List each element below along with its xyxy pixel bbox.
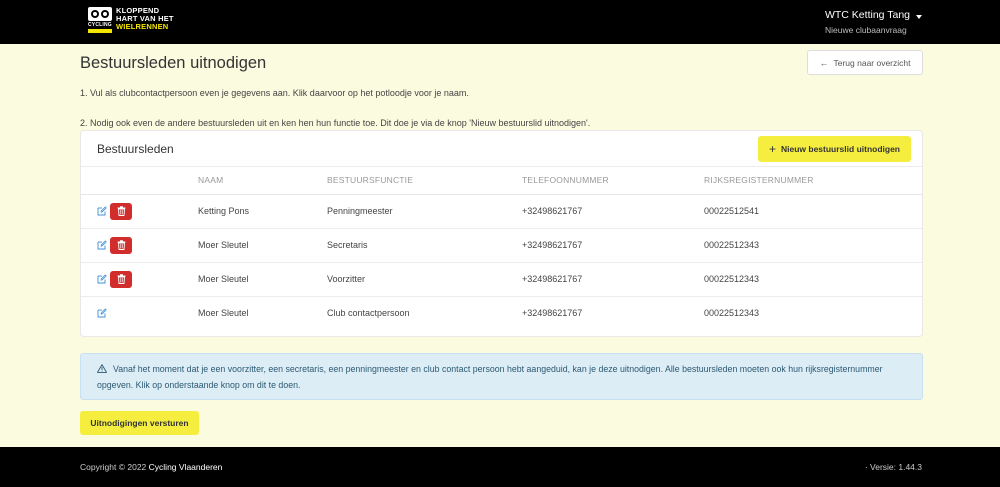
delete-button[interactable]: [110, 202, 132, 220]
cell-rijksregisternummer: 00022512343: [704, 308, 760, 319]
column-header-telefoonnummer: TELEFOONNUMMER: [522, 167, 704, 195]
column-actions: [81, 167, 198, 195]
plus-icon: +: [768, 141, 776, 156]
table-row: Moer Sleutel Secretaris +32498621767 000225…: [81, 228, 922, 263]
cycling-vlaanderen-logo[interactable]: CYCLING KLOPPEND HART VAN HET WIELRENNEN: [88, 7, 174, 37]
footer-brand-link[interactable]: Cycling Vlaanderen: [149, 462, 223, 472]
cell-rijksregisternummer: 00022512343: [704, 262, 922, 297]
cell-telefoonnummer: +32498621767: [522, 194, 704, 229]
card-title: Bestuursleden: [97, 141, 174, 156]
trash-icon: [117, 274, 126, 284]
cell-bestuursfunctie: Club contactpersoon: [327, 308, 410, 319]
info-alert: Vanaf het moment dat je een voorzitter, …: [80, 353, 923, 400]
delete-button[interactable]: [110, 236, 132, 254]
delete-button[interactable]: [110, 270, 132, 288]
cell-bestuursfunctie: Penningmeester: [327, 194, 522, 229]
send-invitations-button[interactable]: Uitnodigingen versturen: [80, 411, 199, 435]
cell-naam: Moer Sleutel: [198, 308, 249, 319]
edit-pencil-icon[interactable]: [97, 240, 107, 250]
cell-rijksregisternummer: 00022512343: [704, 228, 922, 263]
version-label: · Versie: 1.44.3: [864, 462, 922, 472]
cell-naam: Ketting Pons: [198, 194, 327, 229]
back-to-overview-button[interactable]: ← Terug naar overzicht: [807, 50, 923, 75]
cell-telefoonnummer: +32498621767: [522, 262, 704, 297]
alert-text: Vanaf het moment dat je een voorzitter, …: [97, 364, 883, 390]
instruction-step-1: 1. Vul als clubcontactpersoon even je ge…: [80, 88, 469, 98]
cell-naam: Moer Sleutel: [198, 262, 327, 297]
warning-icon: [97, 363, 107, 378]
row-actions: [81, 262, 198, 297]
account-menu[interactable]: WTC Ketting Tang Nieuwe clubaanvraag: [825, 9, 922, 36]
trash-icon: [117, 240, 126, 250]
cell-bestuursfunctie: Voorzitter: [327, 262, 522, 297]
table-row: Moer Sleutel Club contactpersoon +32498621…: [81, 296, 922, 330]
arrow-left-icon: ←: [819, 57, 829, 68]
cell-telefoonnummer: +32498621767: [522, 308, 583, 319]
account-subtitle: Nieuwe clubaanvraag: [824, 24, 907, 35]
copyright: Copyright © 2022 Cycling Vlaanderen: [80, 462, 223, 472]
cell-telefoonnummer: +32498621767: [522, 228, 704, 263]
cell-naam: Moer Sleutel: [198, 228, 327, 263]
page-title: Bestuursleden uitnodigen: [80, 54, 267, 72]
column-header-rijksregisternummer: RIJKSREGISTERNUMMER: [704, 167, 922, 195]
cell-bestuursfunctie: Secretaris: [327, 228, 522, 263]
column-header-naam: NAAM: [198, 167, 327, 195]
edit-pencil-icon[interactable]: [97, 274, 107, 284]
edit-pencil-icon[interactable]: [97, 206, 107, 216]
table-row: Moer Sleutel Voorzitter +32498621767 000225…: [81, 262, 922, 297]
board-members-table: NAAM BESTUURSFUNCTIE TELEFOONNUMMER RIJK…: [81, 167, 922, 330]
row-actions: [81, 228, 198, 263]
logo-mark: CYCLING: [88, 7, 112, 33]
row-actions: [81, 194, 198, 229]
edit-pencil-icon[interactable]: [97, 308, 107, 318]
caret-down-icon: [916, 14, 922, 19]
column-header-bestuursfunctie: BESTUURSFUNCTIE: [327, 167, 522, 195]
invite-new-board-member-button[interactable]: + Nieuw bestuurslid uitnodigen: [758, 135, 911, 162]
table-row: Ketting Pons Penningmeester +32498621767 00…: [81, 194, 922, 229]
footer: Copyright © 2022 Cycling Vlaanderen · Ve…: [0, 447, 1000, 487]
row-actions: [81, 296, 198, 330]
cell-rijksregisternummer: 00022512541: [704, 194, 922, 229]
board-members-card: Bestuursleden + Nieuw bestuurslid uitnod…: [80, 130, 923, 337]
trash-icon: [117, 206, 126, 216]
instruction-step-2: 2. Nodig ook even de andere bestuurslede…: [80, 118, 591, 128]
top-navbar: CYCLING KLOPPEND HART VAN HET WIELRENNEN…: [0, 0, 1000, 44]
account-name: WTC Ketting Tang: [824, 8, 910, 21]
logo-text: KLOPPEND HART VAN HET WIELRENNEN: [116, 6, 174, 31]
